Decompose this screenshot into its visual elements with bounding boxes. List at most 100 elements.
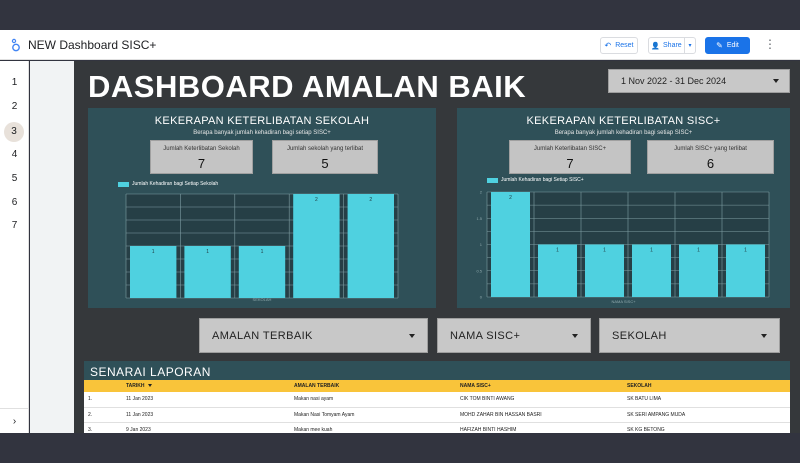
kpi-value: 6 bbox=[706, 156, 715, 171]
school-bar-chart: 1 1 1 2 2 bbox=[125, 193, 399, 299]
undo-icon: ↶ bbox=[604, 41, 612, 50]
bar-data-label: 1 bbox=[206, 249, 209, 255]
canvas-margin bbox=[30, 61, 74, 433]
filter-label: AMALAN TERBAIK bbox=[212, 329, 313, 342]
page-sidebar: 1 2 3 4 5 6 7 bbox=[0, 61, 29, 433]
bar bbox=[491, 192, 530, 297]
kpi-label: Jumlah Keterlibatan Sekolah bbox=[163, 146, 240, 152]
bar-data-label: 1 bbox=[697, 248, 700, 254]
panel-title: KEKERAPAN KETERLIBATAN SISC+ bbox=[526, 115, 721, 127]
column-header-nama[interactable]: NAMA SISC+ bbox=[456, 380, 623, 392]
bar-data-label: 1 bbox=[603, 248, 606, 254]
column-header-tarikh[interactable]: TARIKH bbox=[122, 380, 290, 392]
table-row[interactable]: 3. 9 Jan 2023 Makan mee kuah HAFIZAH BIN… bbox=[84, 422, 790, 433]
caret-down-icon bbox=[572, 334, 578, 338]
chart-x-axis-label: NAMA SISC+ bbox=[611, 299, 636, 304]
sort-descending-icon bbox=[147, 384, 152, 388]
page-item-2[interactable]: 2 bbox=[0, 101, 29, 112]
bar-data-label: 2 bbox=[369, 197, 372, 203]
column-header-index bbox=[84, 380, 122, 392]
nama-sisc-filter[interactable]: NAMA SISC+ bbox=[437, 318, 591, 353]
cell-sekolah: SK KG BETONG bbox=[623, 422, 790, 433]
report-list-title: SENARAI LAPORAN bbox=[90, 365, 211, 379]
sisc-bar-chart: 00.511.5221 1 1 1 1 bbox=[476, 190, 770, 300]
bar-data-label: 2 bbox=[509, 195, 512, 201]
report-table: TARIKH AMALAN TERBAIK NAMA SISC+ SEKOLAH… bbox=[84, 380, 790, 433]
page-item-6[interactable]: 6 bbox=[0, 197, 29, 208]
caret-down-icon bbox=[409, 334, 415, 338]
bar-data-label: 1 bbox=[650, 248, 653, 254]
panel-subtitle: Berapa banyak jumlah kehadiran bagi seti… bbox=[193, 130, 331, 136]
column-header-sekolah[interactable]: SEKOLAH bbox=[623, 380, 790, 392]
legend-swatch bbox=[118, 181, 129, 187]
cell-tarikh: 11 Jan 2023 bbox=[122, 392, 290, 408]
cell-amalan: Makan mee kuah bbox=[290, 422, 456, 433]
cell-sekolah: SK BATU LIMA bbox=[623, 392, 790, 408]
filter-label: NAMA SISC+ bbox=[450, 329, 521, 342]
chart-legend: Jumlah Kehadiran bagi Setiap Sekolah bbox=[118, 181, 218, 187]
cell-nama: MOHD ZAHAR BIN HASSAN BASRI bbox=[456, 407, 623, 423]
edit-button[interactable]: ✎ Edit bbox=[705, 37, 750, 54]
kpi-label: Jumlah sekolah yang terlibat bbox=[286, 146, 364, 152]
column-header-label: TARIKH bbox=[126, 383, 145, 389]
more-options-icon[interactable]: ⋮ bbox=[760, 34, 780, 54]
expand-sidebar-icon[interactable]: › bbox=[0, 408, 29, 433]
date-range-label: 1 Nov 2022 - 31 Dec 2024 bbox=[621, 76, 727, 86]
cell-tarikh: 11 Jan 2023 bbox=[122, 407, 290, 423]
kpi-schools-involved: Jumlah sekolah yang terlibat 5 bbox=[272, 140, 378, 174]
chevron-down-icon: ▾ bbox=[688, 43, 692, 49]
table-header-row: TARIKH AMALAN TERBAIK NAMA SISC+ SEKOLAH bbox=[84, 380, 790, 392]
page-item-4[interactable]: 4 bbox=[0, 149, 29, 160]
row-index: 3. bbox=[84, 422, 122, 433]
legend-label: Jumlah Kehadiran bagi Setiap Sekolah bbox=[132, 181, 219, 187]
app-header: NEW Dashboard SISC+ ↶ Reset 👤 Share ▾ ✎ … bbox=[0, 30, 800, 60]
page-item-5[interactable]: 5 bbox=[0, 173, 29, 184]
kpi-label: Jumlah Keterlibatan SISC+ bbox=[533, 146, 607, 152]
reset-button[interactable]: ↶ Reset bbox=[600, 37, 638, 54]
date-range-picker[interactable]: 1 Nov 2022 - 31 Dec 2024 bbox=[608, 69, 790, 93]
cell-nama: HAFIZAH BINTI HASHIM bbox=[456, 422, 623, 433]
y-tick-label: 2 bbox=[480, 190, 483, 195]
add-person-icon: 👤 bbox=[651, 42, 661, 50]
pencil-icon: ✎ bbox=[716, 41, 723, 50]
y-tick-label: 1 bbox=[480, 242, 483, 247]
report-title[interactable]: NEW Dashboard SISC+ bbox=[28, 38, 156, 52]
panel-subtitle: Berapa banyak jumlah kehadiran bagi seti… bbox=[554, 130, 693, 136]
caret-down-icon bbox=[761, 334, 767, 338]
share-dropdown-button[interactable]: ▾ bbox=[684, 37, 696, 54]
bar-data-label: 2 bbox=[315, 197, 318, 203]
page-item-7[interactable]: 7 bbox=[0, 220, 29, 231]
cell-nama: CIK TOM BINTI AWANG bbox=[456, 392, 623, 408]
kpi-value: 7 bbox=[566, 156, 574, 171]
cell-amalan: Makan Nasi Tomyam Ayam bbox=[290, 407, 456, 423]
kpi-value: 7 bbox=[197, 156, 206, 171]
bar bbox=[293, 194, 340, 298]
bar-data-label: 1 bbox=[744, 248, 747, 254]
page-item-1[interactable]: 1 bbox=[0, 77, 29, 88]
sekolah-filter[interactable]: SEKOLAH bbox=[599, 318, 780, 353]
kpi-label: Jumlah SISC+ yang terlibat bbox=[674, 146, 747, 152]
column-header-amalan[interactable]: AMALAN TERBAIK bbox=[290, 380, 456, 392]
table-row[interactable]: 2. 11 Jan 2023 Makan Nasi Tomyam Ayam MO… bbox=[84, 407, 790, 423]
kpi-value: 5 bbox=[321, 156, 329, 171]
browser-top-bar bbox=[0, 0, 800, 30]
kpi-sisc-involved: Jumlah SISC+ yang terlibat 6 bbox=[647, 140, 774, 174]
bar-data-label: 1 bbox=[152, 249, 155, 255]
table-row[interactable]: 1. 11 Jan 2023 Makan nasi ayam CIK TOM B… bbox=[84, 392, 790, 408]
amalan-terbaik-filter[interactable]: AMALAN TERBAIK bbox=[199, 318, 428, 353]
y-tick-label: 0.5 bbox=[476, 268, 482, 273]
report-list-panel: SENARAI LAPORAN TARIKH AMALAN TERBAIK NA… bbox=[84, 361, 790, 433]
bar-data-label: 1 bbox=[556, 248, 559, 254]
chart-x-axis-label: SEKOLAH bbox=[252, 297, 272, 302]
legend-swatch bbox=[487, 177, 498, 183]
page-item-3[interactable]: 3 bbox=[4, 122, 24, 142]
school-engagement-panel: KEKERAPAN KETERLIBATAN SEKOLAH Berapa ba… bbox=[88, 108, 436, 308]
kpi-total-school-engagement: Jumlah Keterlibatan Sekolah 7 bbox=[150, 140, 253, 174]
row-index: 1. bbox=[84, 392, 122, 408]
legend-label: Jumlah Kehadiran bagi Setiap SISC+ bbox=[501, 177, 584, 183]
y-tick-label: 1.5 bbox=[476, 216, 482, 221]
cell-tarikh: 9 Jan 2023 bbox=[122, 422, 290, 433]
share-button[interactable]: 👤 Share bbox=[648, 37, 685, 54]
looker-studio-logo-icon bbox=[11, 38, 20, 52]
report-canvas: DASHBOARD AMALAN BAIK 1 Nov 2022 - 31 De… bbox=[74, 61, 800, 433]
